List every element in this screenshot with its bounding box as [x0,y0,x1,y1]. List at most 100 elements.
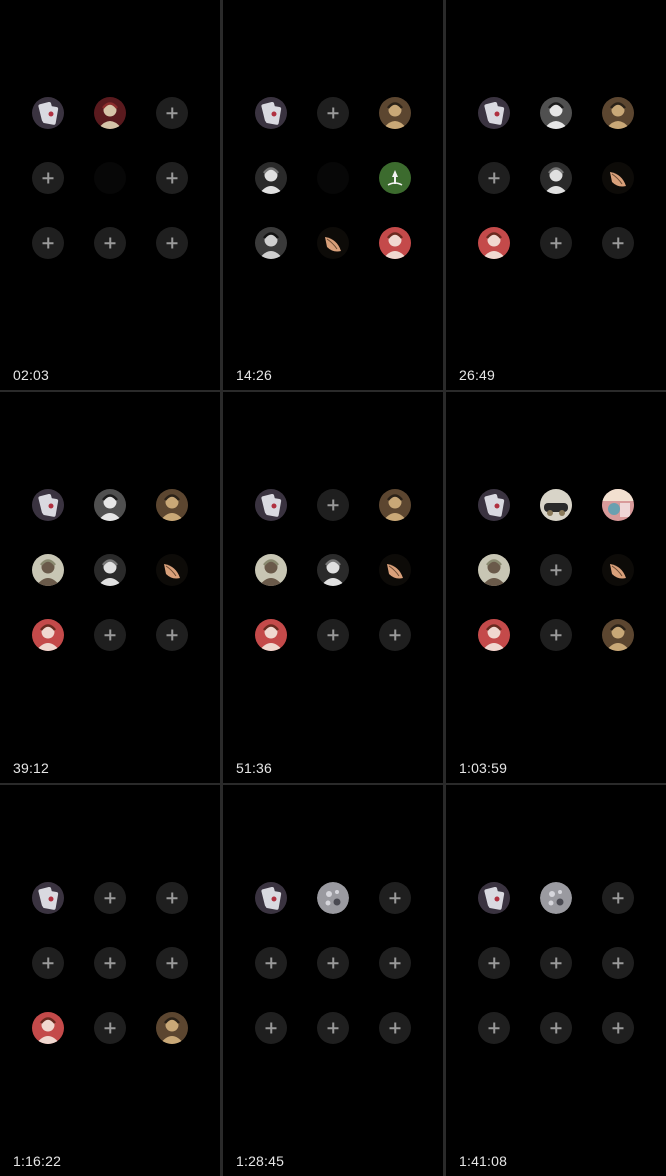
empty-seat-plus-button[interactable] [478,162,510,194]
empty-seat-plus-button[interactable] [478,947,510,979]
occupied-seat-avatar[interactable] [478,554,510,586]
occupied-seat-avatar[interactable] [255,97,287,129]
occupied-seat-avatar[interactable] [156,1012,188,1044]
occupied-seat-avatar[interactable] [32,554,64,586]
occupied-seat-avatar[interactable] [379,554,411,586]
empty-seat-plus-button[interactable] [32,227,64,259]
room-snapshot-panel[interactable]: 02:03 [0,0,220,390]
occupied-seat-avatar[interactable] [255,882,287,914]
empty-seat-plus-button[interactable] [379,1012,411,1044]
room-snapshot-panel[interactable]: 39:12 [0,392,220,783]
empty-seat-plus-button[interactable] [540,554,572,586]
empty-seat-plus-button[interactable] [602,882,634,914]
occupied-seat-avatar[interactable] [540,882,572,914]
empty-seat-plus-button[interactable] [94,619,126,651]
occupied-seat-avatar[interactable] [94,97,126,129]
bw-portrait-avatar-icon [540,162,572,194]
occupied-seat-avatar[interactable] [317,554,349,586]
empty-seat-plus-button[interactable] [478,1012,510,1044]
occupied-seat-avatar[interactable] [478,619,510,651]
occupied-seat-avatar[interactable] [317,882,349,914]
bw-face-avatar-icon [94,489,126,521]
empty-seat-plus-button[interactable] [156,947,188,979]
occupied-seat-avatar[interactable] [255,162,287,194]
occupied-seat-avatar[interactable] [602,619,634,651]
empty-seat-plus-button[interactable] [94,947,126,979]
room-snapshot-panel[interactable]: 26:49 [446,0,666,390]
empty-seat-plus-button[interactable] [156,619,188,651]
red-shemagh-avatar-icon [478,227,510,259]
empty-seat-plus-button[interactable] [317,619,349,651]
room-snapshot-panel[interactable]: 1:16:22 [0,785,220,1176]
elapsed-time-label: 1:03:59 [459,760,508,776]
occupied-seat-avatar[interactable] [156,554,188,586]
empty-seat-plus-button[interactable] [602,227,634,259]
empty-seat-plus-button[interactable] [32,947,64,979]
empty-seat-plus-button[interactable] [317,1012,349,1044]
occupied-seat-avatar[interactable] [94,554,126,586]
occupied-seat-avatar[interactable] [379,97,411,129]
room-snapshot-panel[interactable]: 1:28:45 [223,785,443,1176]
occupied-seat-avatar[interactable] [602,162,634,194]
empty-seat-plus-button[interactable] [602,1012,634,1044]
room-snapshot-panel[interactable]: 1:41:08 [446,785,666,1176]
room-snapshot-panel[interactable]: 1:03:59 [446,392,666,783]
occupied-seat-avatar[interactable] [379,489,411,521]
empty-seat-plus-button[interactable] [32,162,64,194]
occupied-seat-avatar[interactable] [156,489,188,521]
occupied-seat-avatar[interactable] [255,489,287,521]
occupied-seat-avatar[interactable] [32,1012,64,1044]
empty-seat-plus-button[interactable] [540,619,572,651]
car-avatar-icon [540,489,572,521]
occupied-seat-avatar[interactable] [540,489,572,521]
locked-seat [94,162,126,194]
occupied-seat-avatar[interactable] [255,227,287,259]
empty-seat-plus-button[interactable] [94,1012,126,1044]
room-snapshot-panel[interactable]: 14:26 [223,0,443,390]
light-figure-avatar-icon [32,554,64,586]
occupied-seat-avatar[interactable] [379,162,411,194]
hand-feather-avatar-icon [156,554,188,586]
occupied-seat-avatar[interactable] [379,227,411,259]
occupied-seat-avatar[interactable] [540,162,572,194]
occupied-seat-avatar[interactable] [602,489,634,521]
empty-seat-plus-button[interactable] [379,882,411,914]
occupied-seat-avatar[interactable] [478,227,510,259]
occupied-seat-avatar[interactable] [32,619,64,651]
occupied-seat-avatar[interactable] [317,227,349,259]
occupied-seat-avatar[interactable] [255,554,287,586]
empty-seat-plus-button[interactable] [156,882,188,914]
occupied-seat-avatar[interactable] [540,97,572,129]
empty-seat-plus-button[interactable] [94,227,126,259]
occupied-seat-avatar[interactable] [478,97,510,129]
empty-seat-plus-button[interactable] [156,162,188,194]
occupied-seat-avatar[interactable] [32,489,64,521]
occupied-seat-avatar[interactable] [602,97,634,129]
empty-seat-plus-button[interactable] [540,947,572,979]
empty-seat-plus-button[interactable] [255,1012,287,1044]
empty-seat-plus-button[interactable] [317,947,349,979]
empty-seat-plus-button[interactable] [540,227,572,259]
empty-seat-plus-button[interactable] [379,619,411,651]
occupied-seat-avatar[interactable] [32,882,64,914]
empty-seat-plus-button[interactable] [255,947,287,979]
empty-seat-plus-button[interactable] [94,882,126,914]
empty-seat-plus-button[interactable] [379,947,411,979]
empty-seat-plus-button[interactable] [317,97,349,129]
occupied-seat-avatar[interactable] [602,554,634,586]
empty-seat-plus-button[interactable] [156,227,188,259]
bronze-portrait-avatar-icon [379,97,411,129]
occupied-seat-avatar[interactable] [32,97,64,129]
empty-seat-plus-button[interactable] [317,489,349,521]
silver-orb-avatar-icon [540,882,572,914]
playing-cards-avatar-icon [255,489,287,521]
empty-seat-plus-button[interactable] [540,1012,572,1044]
occupied-seat-avatar[interactable] [255,619,287,651]
occupied-seat-avatar[interactable] [94,489,126,521]
occupied-seat-avatar[interactable] [478,489,510,521]
empty-seat-plus-button[interactable] [602,947,634,979]
occupied-seat-avatar[interactable] [478,882,510,914]
playing-cards-avatar-icon [478,489,510,521]
room-snapshot-panel[interactable]: 51:36 [223,392,443,783]
empty-seat-plus-button[interactable] [156,97,188,129]
